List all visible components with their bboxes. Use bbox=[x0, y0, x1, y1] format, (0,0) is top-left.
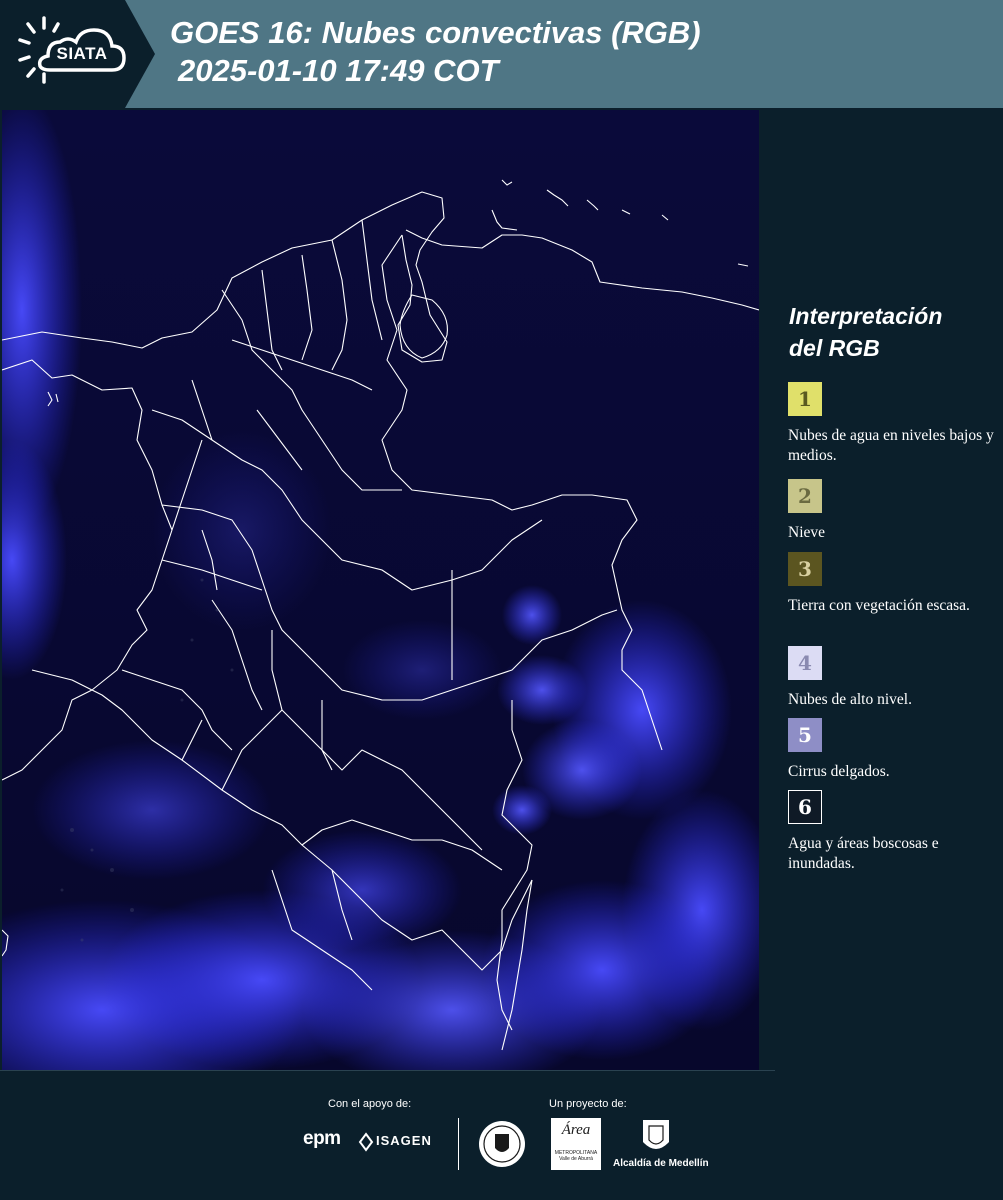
legend-label-1: Nubes de agua en niveles bajos y medios. bbox=[788, 427, 994, 464]
siata-logo: SIATA bbox=[0, 0, 155, 108]
footer-vertical-divider bbox=[458, 1118, 459, 1170]
isagen-logo: ISAGEN bbox=[376, 1133, 432, 1148]
legend-label-5: Cirrus delgados. bbox=[788, 763, 890, 780]
area-logo-text: Área bbox=[561, 1122, 591, 1138]
logo-text: SIATA bbox=[56, 44, 108, 63]
legend-panel: Interpretación del RGB 1 Nubes de agua e… bbox=[760, 110, 1003, 1070]
legend-swatch-2: 2 bbox=[788, 479, 822, 513]
legend-title-line-1: Interpretación bbox=[789, 303, 943, 329]
legend-swatch-4: 4 bbox=[788, 646, 822, 680]
legend-item-2: 2 Nieve bbox=[788, 479, 998, 543]
legend-title-line-2: del RGB bbox=[789, 335, 880, 361]
project-label: Un proyecto de: bbox=[549, 1098, 627, 1110]
map-canvas bbox=[2, 110, 759, 1070]
epm-logo: epm bbox=[303, 1128, 341, 1149]
legend-label-6: Agua y áreas boscosas e inundadas. bbox=[788, 835, 939, 872]
satellite-map[interactable] bbox=[2, 110, 759, 1070]
legend-item-6: 6 Agua y áreas boscosas e inundadas. bbox=[788, 790, 998, 874]
legend-item-3: 3 Tierra con vegetación escasa. bbox=[788, 552, 998, 616]
area-metropolitana-logo: Área METROPOLITANA Valle de Aburrá bbox=[551, 1118, 601, 1170]
isagen-icon bbox=[358, 1132, 374, 1152]
medellin-logo-text: Alcaldía de Medellín bbox=[613, 1158, 709, 1169]
support-label: Con el apoyo de: bbox=[328, 1098, 412, 1110]
title-line-2: 2025-01-10 17:49 COT bbox=[178, 53, 499, 88]
legend-swatch-1: 1 bbox=[788, 382, 822, 416]
legend-item-4: 4 Nubes de alto nivel. bbox=[788, 646, 998, 710]
legend-item-5: 5 Cirrus delgados. bbox=[788, 718, 998, 782]
legend-swatch-5: 5 bbox=[788, 718, 822, 752]
university-seal-icon bbox=[479, 1121, 525, 1167]
legend-label-3: Tierra con vegetación escasa. bbox=[788, 597, 970, 614]
page-title: GOES 16: Nubes convectivas (RGB) 2025-01… bbox=[170, 14, 701, 90]
header-bar: SIATA GOES 16: Nubes convectivas (RGB) 2… bbox=[0, 0, 1003, 108]
footer: Con el apoyo de: Un proyecto de: epm ISA… bbox=[0, 1070, 1003, 1200]
legend-title: Interpretación del RGB bbox=[789, 300, 989, 364]
legend-label-4: Nubes de alto nivel. bbox=[788, 691, 912, 708]
medellin-crest-icon bbox=[643, 1120, 669, 1149]
area-logo-subtext: METROPOLITANA Valle de Aburrá bbox=[554, 1150, 598, 1162]
legend-swatch-3: 3 bbox=[788, 552, 822, 586]
title-line-1: GOES 16: Nubes convectivas (RGB) bbox=[170, 15, 701, 50]
legend-label-2: Nieve bbox=[788, 524, 826, 541]
legend-swatch-6: 6 bbox=[788, 790, 822, 824]
legend-item-1: 1 Nubes de agua en niveles bajos y medio… bbox=[788, 382, 998, 466]
footer-divider bbox=[0, 1070, 775, 1071]
